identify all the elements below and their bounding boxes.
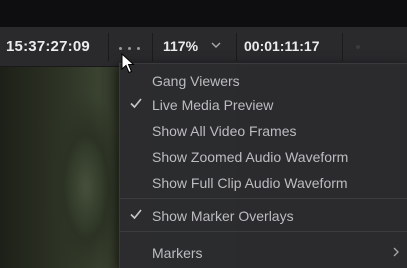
menu-separator bbox=[120, 198, 407, 199]
menu-item-show-zoomed-audio-waveform[interactable]: Show Zoomed Audio Waveform bbox=[120, 146, 407, 168]
viewer-toolbar: 15:37:27:09 117% 00:01:11:17 bbox=[0, 27, 407, 67]
more-options-icon bbox=[119, 47, 122, 50]
menu-item-label: Show Full Clip Audio Waveform bbox=[152, 175, 348, 191]
menu-item-label: Gang Viewers bbox=[152, 73, 240, 89]
menu-item-show-all-video-frames[interactable]: Show All Video Frames bbox=[120, 120, 407, 142]
menu-item-label: Live Media Preview bbox=[152, 97, 274, 113]
toolbar-divider bbox=[342, 33, 343, 61]
more-options-icon bbox=[128, 47, 131, 50]
mouse-pointer-icon bbox=[121, 53, 135, 74]
menu-item-live-media-preview[interactable]: Live Media Preview bbox=[120, 94, 407, 116]
checkmark-icon bbox=[130, 98, 142, 109]
chevron-down-icon bbox=[211, 42, 220, 48]
status-dot-icon bbox=[356, 45, 360, 49]
toolbar-divider bbox=[152, 33, 153, 61]
zoom-dropdown[interactable]: 117% bbox=[163, 38, 221, 56]
menu-item-label: Show Zoomed Audio Waveform bbox=[152, 149, 349, 165]
viewer-options-menu: Gang Viewers Live Media Preview Show All… bbox=[119, 63, 407, 268]
menu-item-label: Markers bbox=[152, 245, 203, 261]
toolbar-divider bbox=[108, 33, 109, 61]
menu-item-show-full-clip-audio-waveform[interactable]: Show Full Clip Audio Waveform bbox=[120, 172, 407, 194]
timecode-display[interactable]: 15:37:27:09 bbox=[6, 38, 90, 55]
checkmark-icon bbox=[130, 209, 142, 220]
chevron-right-icon bbox=[393, 247, 399, 257]
zoom-value: 117% bbox=[163, 38, 199, 54]
toolbar-divider bbox=[236, 33, 237, 61]
menu-item-gang-viewers[interactable]: Gang Viewers bbox=[120, 70, 407, 92]
duration-display[interactable]: 00:01:11:17 bbox=[244, 38, 320, 54]
menu-item-show-marker-overlays[interactable]: Show Marker Overlays bbox=[120, 205, 407, 227]
menu-item-label: Show Marker Overlays bbox=[152, 208, 294, 224]
menu-separator bbox=[120, 231, 407, 232]
menu-item-markers[interactable]: Markers bbox=[120, 242, 407, 264]
more-options-icon bbox=[137, 47, 140, 50]
menu-item-label: Show All Video Frames bbox=[152, 123, 297, 139]
title-strip bbox=[0, 0, 407, 28]
